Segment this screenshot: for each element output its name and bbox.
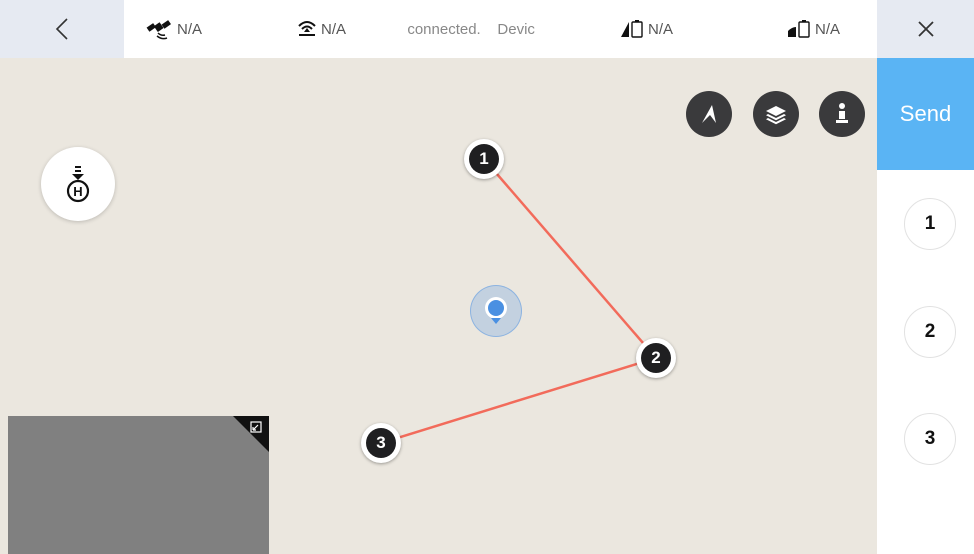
waypoint-marker-label: 1 (469, 144, 499, 174)
aircraft-battery-status: N/A (787, 0, 840, 58)
close-icon (917, 21, 934, 37)
remote-battery-value: N/A (648, 20, 674, 38)
satellite-icon (146, 20, 171, 40)
current-location-marker (470, 285, 522, 337)
home-point-icon: H (66, 166, 90, 203)
compass-button[interactable] (686, 91, 732, 137)
location-pin-icon (485, 297, 507, 324)
top-status-bar: N/A N/A t connected. Devic N/A N/A (0, 0, 974, 58)
svg-text:H: H (73, 184, 82, 199)
satellite-value: N/A (177, 20, 203, 38)
waypoint-marker-3[interactable]: 3 (361, 423, 401, 463)
waypoint-list-item-1[interactable]: 1 (904, 198, 956, 250)
layers-button[interactable] (753, 91, 799, 137)
route-segment-2-3 (380, 356, 657, 445)
info-button[interactable] (819, 91, 865, 137)
back-button[interactable] (0, 0, 124, 58)
layers-icon (766, 106, 786, 125)
satellite-status: N/A (145, 0, 202, 58)
remote-battery-status: N/A (620, 0, 673, 58)
info-icon (836, 103, 848, 123)
close-button[interactable] (877, 0, 974, 58)
aircraft-battery-icon (788, 20, 810, 38)
waypoint-list-item-2[interactable]: 2 (904, 306, 956, 358)
waypoint-marker-1[interactable]: 1 (464, 139, 504, 179)
chevron-left-icon (55, 18, 68, 40)
send-button[interactable]: Send (877, 58, 974, 170)
signal-icon (298, 21, 316, 36)
camera-preview-window[interactable] (8, 416, 269, 554)
signal-value: N/A (321, 20, 347, 38)
waypoint-marker-2[interactable]: 2 (636, 338, 676, 378)
waypoint-marker-label: 2 (641, 343, 671, 373)
waypoint-marker-label: 3 (366, 428, 396, 458)
waypoint-list-item-3[interactable]: 3 (904, 413, 956, 465)
status-message: t connected. Devic (405, 20, 535, 38)
signal-status: N/A (297, 0, 346, 58)
expand-preview-button[interactable] (233, 416, 269, 452)
compass-icon (702, 105, 716, 123)
map-view[interactable]: H 1 2 3 (0, 58, 877, 554)
waypoint-side-panel: Send 1 2 3 (877, 58, 974, 554)
home-point-button[interactable]: H (41, 147, 115, 221)
remote-battery-icon (621, 20, 643, 38)
aircraft-battery-value: N/A (815, 20, 841, 38)
